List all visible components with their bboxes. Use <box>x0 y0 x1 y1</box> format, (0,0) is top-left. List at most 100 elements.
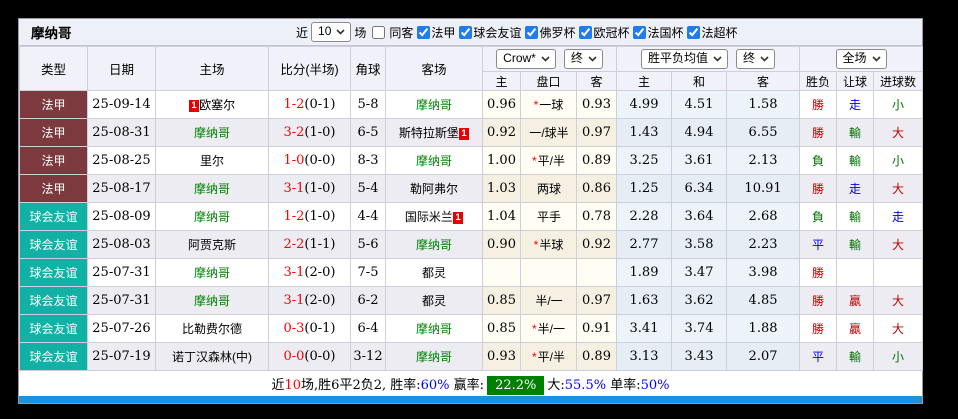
handicap-line-cell: *平/半 <box>521 147 577 175</box>
filter-checkbox-label: 佛罗杯 <box>539 24 575 41</box>
result-winloss: 平 <box>800 343 837 371</box>
table-row: 球会友谊 25-07-31 摩纳哥 3-1(2-0) 7-5 都灵 1.89 3… <box>20 259 923 287</box>
match-type-cell: 球会友谊 <box>20 287 88 315</box>
avg-away-odds: 1.58 <box>727 91 800 119</box>
checkbox-input[interactable] <box>525 26 538 39</box>
result-winloss: 勝 <box>800 175 837 203</box>
summary-segment: 单率: <box>606 378 641 393</box>
scope-value: 全场 <box>843 51 867 66</box>
filter-checkbox-label: 法甲 <box>431 24 455 41</box>
match-type-label: 法甲 <box>41 154 65 168</box>
corner-count: 6-5 <box>351 119 386 147</box>
home-team-name: 摩纳哥 <box>194 210 230 224</box>
recent-count-select[interactable]: 10 <box>311 22 351 42</box>
match-date: 25-08-09 <box>88 203 156 231</box>
score-cell: 1-0(0-0) <box>269 147 351 175</box>
home-team-name: 摩纳哥 <box>194 266 230 280</box>
handicap-line: 半/一 <box>535 294 562 308</box>
filter-checkbox-3[interactable]: 佛罗杯 <box>522 24 575 41</box>
corner-count: 3-12 <box>351 343 386 371</box>
checkbox-input[interactable] <box>579 26 592 39</box>
score-cell: 1-2(0-1) <box>269 91 351 119</box>
horizontal-scrollbar-thumb[interactable] <box>19 396 922 403</box>
filter-checkbox-5[interactable]: 法国杯 <box>630 24 683 41</box>
score-cell: 2-2(1-1) <box>269 231 351 259</box>
subheader-handicap-result: 让球 <box>837 72 874 91</box>
away-team-name: 摩纳哥 <box>416 350 452 364</box>
handicap-home-odds: 0.96 <box>483 91 521 119</box>
home-team-cell: 比勒费尔德 <box>156 315 269 343</box>
away-team-cell: 摩纳哥 <box>386 343 483 371</box>
handicap-away-odds: 0.78 <box>577 203 617 231</box>
avg-draw-odds: 6.34 <box>672 175 727 203</box>
avg-away-odds: 2.13 <box>727 147 800 175</box>
recent-suffix-label: 场 <box>354 24 366 41</box>
summary-segment: 10 <box>285 378 302 393</box>
live-star-marker: * <box>534 98 539 112</box>
avg-draw-odds: 3.43 <box>672 343 727 371</box>
odds-stage-select[interactable]: 终 <box>564 49 603 69</box>
subheader-handicap-line: 盘口 <box>521 72 577 91</box>
halftime-score: (1-0) <box>304 209 335 224</box>
result-handicap: 走 <box>837 91 874 119</box>
handicap-home-odds: 1.04 <box>483 203 521 231</box>
away-team-cell: 摩纳哥 <box>386 315 483 343</box>
match-type-label: 球会友谊 <box>29 350 77 364</box>
match-type-label: 球会友谊 <box>29 294 77 308</box>
checkbox-input[interactable] <box>417 26 430 39</box>
home-team-name: 摩纳哥 <box>194 182 230 196</box>
result-handicap: 輸 <box>837 343 874 371</box>
fulltime-score: 3-1 <box>283 181 304 196</box>
filters: 近 10 场 同客 法甲球会友谊 佛罗杯欧冠杯法国杯法超杯 <box>293 22 739 42</box>
away-team-cell: 都灵 <box>386 287 483 315</box>
checkbox-input[interactable] <box>687 26 700 39</box>
recent-label: 近 <box>296 24 308 41</box>
filter-checkbox-0[interactable]: 同客 <box>369 24 413 41</box>
avg-stage-select[interactable]: 终 <box>736 49 775 69</box>
checkbox-input[interactable] <box>459 26 472 39</box>
handicap-line: 两球 <box>537 182 561 196</box>
score-cell: 3-1(2-0) <box>269 259 351 287</box>
header-score: 比分(半场) <box>269 47 351 91</box>
filter-checkbox-6[interactable]: 法超杯 <box>684 24 737 41</box>
result-winloss: 平 <box>800 231 837 259</box>
handicap-line-cell: 一/球半 <box>521 119 577 147</box>
halftime-score: (2-0) <box>304 293 335 308</box>
header-away: 客场 <box>386 47 483 91</box>
away-team-cell: 斯特拉斯堡1 <box>386 119 483 147</box>
handicap-away-odds: 0.91 <box>577 315 617 343</box>
result-handicap: 輸 <box>837 231 874 259</box>
summary-text: 近10场,胜6平2负2, 胜率:60% 赢率:22.2%大:55.5% 单率:5… <box>271 374 669 393</box>
result-winloss: 勝 <box>800 315 837 343</box>
corner-count: 5-6 <box>351 231 386 259</box>
result-goals: 小 <box>874 147 923 175</box>
away-team-name: 斯特拉斯堡 <box>399 126 459 140</box>
checkbox-input[interactable] <box>372 26 385 39</box>
result-winloss: 負 <box>800 203 837 231</box>
away-team-name: 摩纳哥 <box>416 238 452 252</box>
corner-count: 8-3 <box>351 147 386 175</box>
handicap-select-cell: Crow* 终 <box>483 47 617 72</box>
filter-checkbox-4[interactable]: 欧冠杯 <box>576 24 629 41</box>
away-team-cell: 摩纳哥 <box>386 91 483 119</box>
result-handicap: 輸 <box>837 203 874 231</box>
handicap-home-odds: 0.85 <box>483 287 521 315</box>
scope-select[interactable]: 全场 <box>836 49 887 69</box>
away-team-name: 摩纳哥 <box>416 98 452 112</box>
handicap-away-odds: 0.92 <box>577 231 617 259</box>
matches-table: 类型 日期 主场 比分(半场) 角球 客场 Crow* 终 <box>19 46 923 371</box>
avg-home-odds: 3.13 <box>617 343 672 371</box>
avg-provider-select[interactable]: 胜平负均值 <box>641 49 728 69</box>
live-star-marker: * <box>532 322 537 336</box>
summary-footer: 近10场,胜6平2负2, 胜率:60% 赢率:22.2%大:55.5% 单率:5… <box>19 371 922 396</box>
odds-stage-value: 终 <box>571 51 583 66</box>
summary-segment: 近 <box>271 378 284 393</box>
handicap-line: 一/球半 <box>529 126 568 140</box>
filter-checkbox-1[interactable]: 法甲 <box>414 24 455 41</box>
odds-provider-select[interactable]: Crow* <box>496 49 556 69</box>
checkbox-input[interactable] <box>633 26 646 39</box>
result-handicap: 輸 <box>837 147 874 175</box>
handicap-line-cell: 半/一 <box>521 287 577 315</box>
filter-checkbox-2[interactable]: 球会友谊 <box>456 24 521 41</box>
result-goals: 大 <box>874 315 923 343</box>
